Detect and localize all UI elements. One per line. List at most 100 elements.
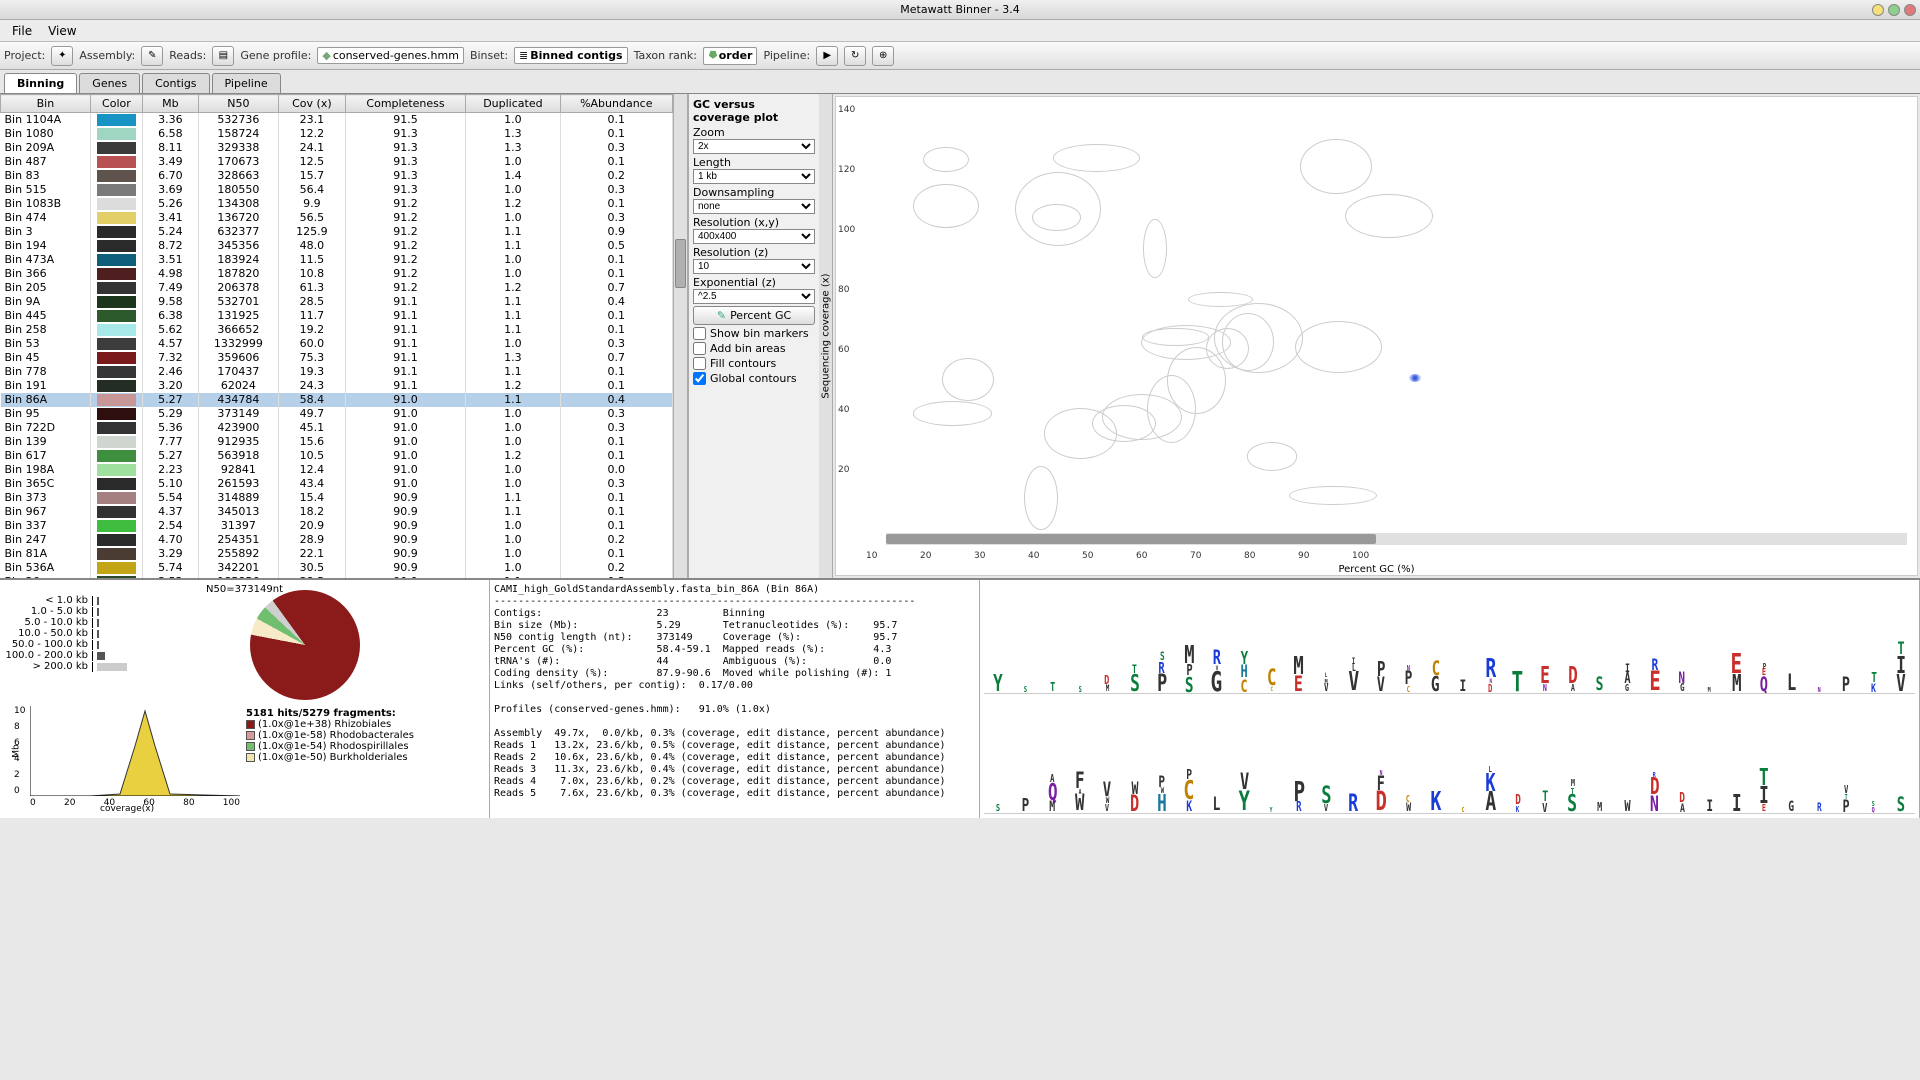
col-header[interactable]: Mb <box>142 95 198 113</box>
col-header[interactable]: Bin <box>1 95 91 113</box>
assembly-button[interactable]: ✎ <box>141 46 163 66</box>
table-row[interactable]: Bin 86A5.2743478458.491.01.10.4 <box>1 393 673 407</box>
menu-file[interactable]: File <box>4 22 40 40</box>
table-row[interactable]: Bin 1104A3.3653273623.191.51.00.1 <box>1 113 673 128</box>
downsampling-select[interactable]: none <box>693 199 815 214</box>
table-row[interactable]: Bin 209A8.1132933824.191.31.30.3 <box>1 141 673 155</box>
fragment-histogram-panel: N50=373149nt < 1.0 kb1.0 - 5.0 kb5.0 - 1… <box>0 580 490 818</box>
table-row[interactable]: Bin 534.57133299960.091.11.00.3 <box>1 337 673 351</box>
plot-ylabel-strip: Sequencing coverage (x) <box>819 94 833 578</box>
table-row[interactable]: Bin 9674.3734501318.290.91.10.1 <box>1 505 673 519</box>
col-header[interactable]: Duplicated <box>466 95 560 113</box>
pipeline-play-button[interactable]: ▶ <box>816 46 838 66</box>
zoom-label: Zoom <box>693 126 815 139</box>
table-row[interactable]: Bin 9A9.5853270128.591.11.10.4 <box>1 295 673 309</box>
col-header[interactable]: Cov (x) <box>278 95 345 113</box>
res-xy-select[interactable]: 400x400 <box>693 229 815 244</box>
col-header[interactable]: Color <box>90 95 142 113</box>
global-contours-checkbox[interactable]: Global contours <box>693 372 815 385</box>
table-row[interactable]: Bin 5153.6918055056.491.31.00.3 <box>1 183 673 197</box>
table-row[interactable]: Bin 955.2937314949.791.01.00.3 <box>1 407 673 421</box>
sequence-logo-panel: YSTSMDSTPRSSPMGVRCHYCCEMVMLVLIVPCPNGCIDN… <box>980 580 1920 818</box>
binset-label: Binset: <box>470 49 508 62</box>
downsampling-label: Downsampling <box>693 186 815 199</box>
project-button[interactable]: ✦ <box>51 46 73 66</box>
table-row[interactable]: Bin 35.24632377125.991.21.10.9 <box>1 225 673 239</box>
close-icon[interactable] <box>1904 4 1916 16</box>
minimize-icon[interactable] <box>1872 4 1884 16</box>
window-title: Metawatt Binner - 3.4 <box>900 3 1019 16</box>
plot-title: GC versus coverage plot <box>693 98 815 124</box>
tab-pipeline[interactable]: Pipeline <box>212 73 281 93</box>
percent-gc-button[interactable]: ✎Percent GC <box>693 306 815 325</box>
taxon-rank-dropdown[interactable]: ⯂order <box>703 47 758 65</box>
zoom-select[interactable]: 2x <box>693 139 815 154</box>
add-areas-checkbox[interactable]: Add bin areas <box>693 342 815 355</box>
table-row[interactable]: Bin 81A3.2925589222.190.91.00.1 <box>1 547 673 561</box>
table-row[interactable]: Bin 365C5.1026159343.491.01.00.3 <box>1 477 673 491</box>
res-xy-label: Resolution (x,y) <box>693 216 815 229</box>
pipeline-up-button[interactable]: ⊕ <box>872 46 894 66</box>
res-z-label: Resolution (z) <box>693 246 815 259</box>
plot-hscroll[interactable] <box>886 533 1907 545</box>
toolbar: Project: ✦ Assembly: ✎ Reads: ▤ Gene pro… <box>0 42 1920 70</box>
n50-text: N50=373149nt <box>4 584 485 595</box>
tab-binning[interactable]: Binning <box>4 73 77 93</box>
binset-dropdown[interactable]: ≣Binned contigs <box>514 47 628 64</box>
cov-ylabel: Mb <box>12 744 22 757</box>
table-row[interactable]: Bin 4743.4113672056.591.21.00.3 <box>1 211 673 225</box>
table-row[interactable]: Bin 1083B5.261343089.991.21.20.1 <box>1 197 673 211</box>
bins-table[interactable]: BinColorMbN50Cov (x)CompletenessDuplicat… <box>0 94 673 578</box>
table-row[interactable]: Bin 198A2.239284112.491.01.00.0 <box>1 463 673 477</box>
table-row[interactable]: Bin 1913.206202424.391.11.20.1 <box>1 379 673 393</box>
col-header[interactable]: Completeness <box>345 95 465 113</box>
pipeline-loop-button[interactable]: ↻ <box>844 46 866 66</box>
fill-contours-checkbox[interactable]: Fill contours <box>693 357 815 370</box>
table-row[interactable]: Bin 6175.2756391810.591.01.20.1 <box>1 449 673 463</box>
exp-z-select[interactable]: ^2.5 <box>693 289 815 304</box>
table-row[interactable]: Bin 3664.9818782010.891.21.00.1 <box>1 267 673 281</box>
table-row[interactable]: Bin 2585.6236665219.291.11.10.1 <box>1 323 673 337</box>
length-select[interactable]: 1 kb <box>693 169 815 184</box>
menubar: File View <box>0 20 1920 42</box>
table-row[interactable]: Bin 2057.4920637861.391.21.20.7 <box>1 281 673 295</box>
menu-view[interactable]: View <box>40 22 84 40</box>
table-row[interactable]: Bin 4456.3813192511.791.11.10.1 <box>1 309 673 323</box>
table-row[interactable]: Bin 7782.4617043719.391.11.10.1 <box>1 365 673 379</box>
tab-genes[interactable]: Genes <box>79 73 140 93</box>
fragments-label: 5181 hits/5279 fragments: <box>246 708 396 719</box>
table-scrollbar[interactable] <box>673 94 687 578</box>
coverage-chart: 1086420 020406080100 Mb <box>30 706 240 796</box>
reads-label: Reads: <box>169 49 206 62</box>
col-header[interactable]: N50 <box>198 95 278 113</box>
table-row[interactable]: Bin 836.7032866315.791.31.40.2 <box>1 169 673 183</box>
maximize-icon[interactable] <box>1888 4 1900 16</box>
table-row[interactable]: Bin 1397.7791293515.691.01.00.1 <box>1 435 673 449</box>
table-row[interactable]: Bin 10806.5815872412.291.31.30.1 <box>1 127 673 141</box>
bin-details-panel: CAMI_high_GoldStandardAssembly.fasta_bin… <box>490 580 980 818</box>
table-row[interactable]: Bin 2474.7025435128.990.91.00.2 <box>1 533 673 547</box>
table-row[interactable]: Bin 263.5218585638.590.91.10.2 <box>1 575 673 578</box>
reads-button[interactable]: ▤ <box>212 46 234 66</box>
table-row[interactable]: Bin 3372.543139720.990.91.00.1 <box>1 519 673 533</box>
table-row[interactable]: Bin 457.3235960675.391.11.30.7 <box>1 351 673 365</box>
table-row[interactable]: Bin 4873.4917067312.591.31.00.1 <box>1 155 673 169</box>
res-z-select[interactable]: 10 <box>693 259 815 274</box>
table-row[interactable]: Bin 722D5.3642390045.191.01.00.3 <box>1 421 673 435</box>
table-row[interactable]: Bin 3735.5431488915.490.91.10.1 <box>1 491 673 505</box>
length-label: Length <box>693 156 815 169</box>
assembly-label: Assembly: <box>79 49 135 62</box>
table-row[interactable]: Bin 536A5.7434220130.590.91.00.2 <box>1 561 673 575</box>
table-row[interactable]: Bin 473A3.5118392411.591.21.00.1 <box>1 253 673 267</box>
gc-coverage-plot[interactable]: Percent GC (%) 1401201008060402010203040… <box>835 96 1918 576</box>
show-markers-checkbox[interactable]: Show bin markers <box>693 327 815 340</box>
col-header[interactable]: %Abundance <box>560 95 672 113</box>
cov-xlabel: coverage(x) <box>100 804 154 814</box>
pipeline-label: Pipeline: <box>763 49 810 62</box>
table-row[interactable]: Bin 1948.7234535648.091.21.10.5 <box>1 239 673 253</box>
tabbar: BinningGenesContigsPipeline <box>0 70 1920 94</box>
tab-contigs[interactable]: Contigs <box>142 73 209 93</box>
plot-controls: GC versus coverage plot Zoom2x Length1 k… <box>689 94 819 578</box>
project-label: Project: <box>4 49 45 62</box>
gene-profile-dropdown[interactable]: ◆conserved-genes.hmm <box>317 47 464 64</box>
